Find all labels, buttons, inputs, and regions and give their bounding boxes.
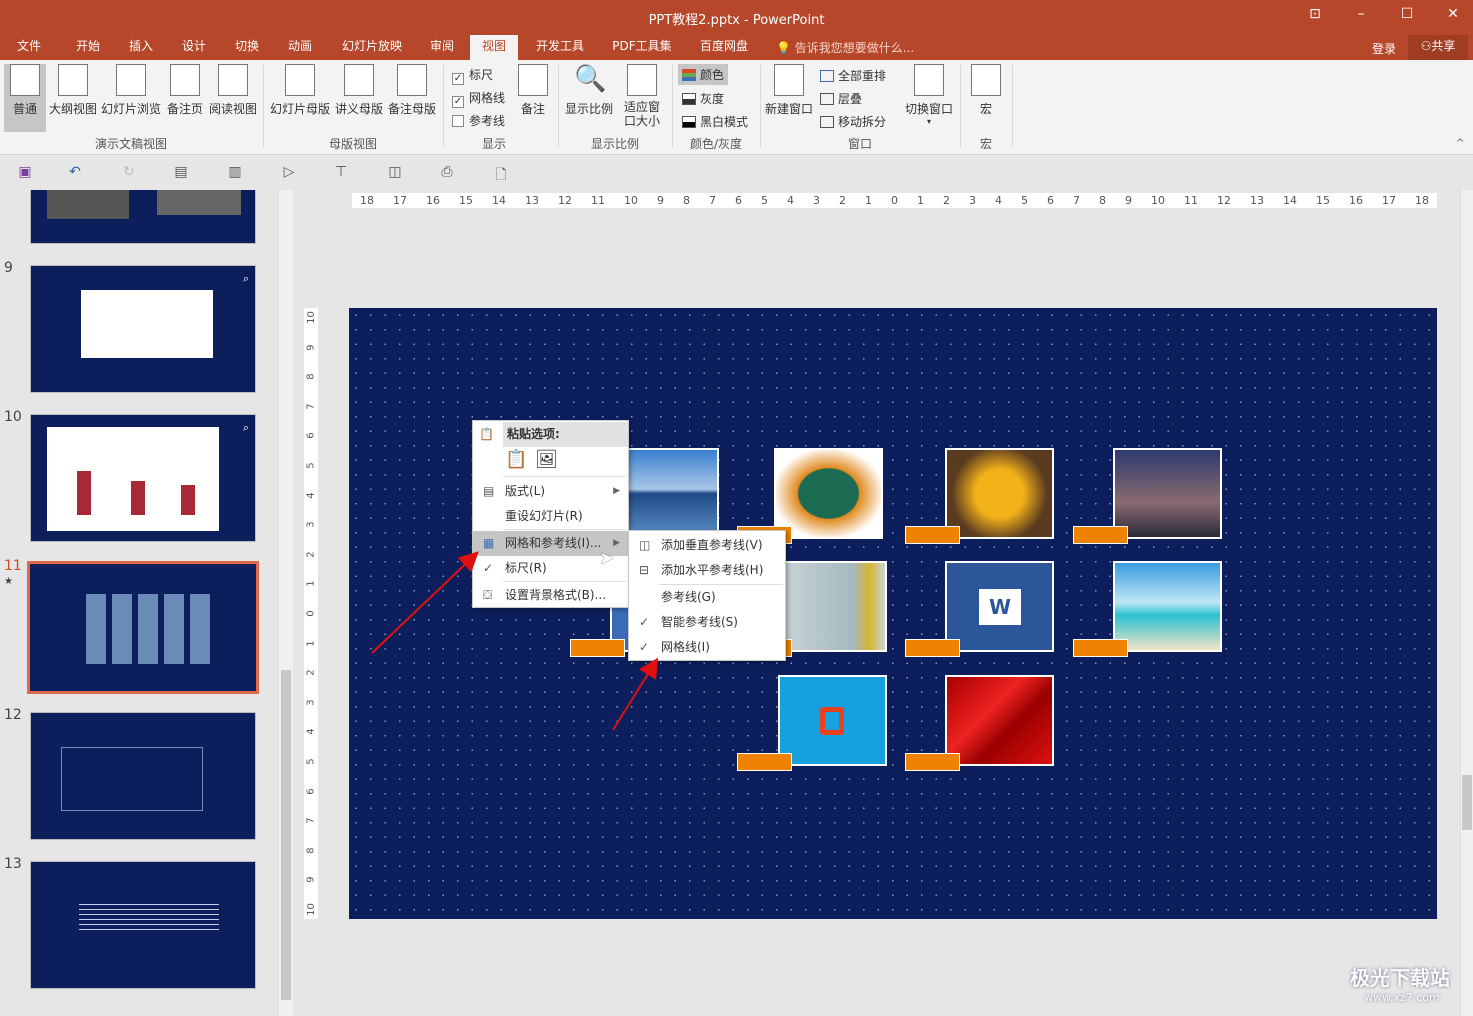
- watermark-logo: 极光下载站 www.xz7.com: [1350, 966, 1450, 1004]
- red-arrow: [612, 657, 659, 731]
- annotation-arrows: [371, 551, 659, 731]
- red-arrow: [371, 551, 479, 654]
